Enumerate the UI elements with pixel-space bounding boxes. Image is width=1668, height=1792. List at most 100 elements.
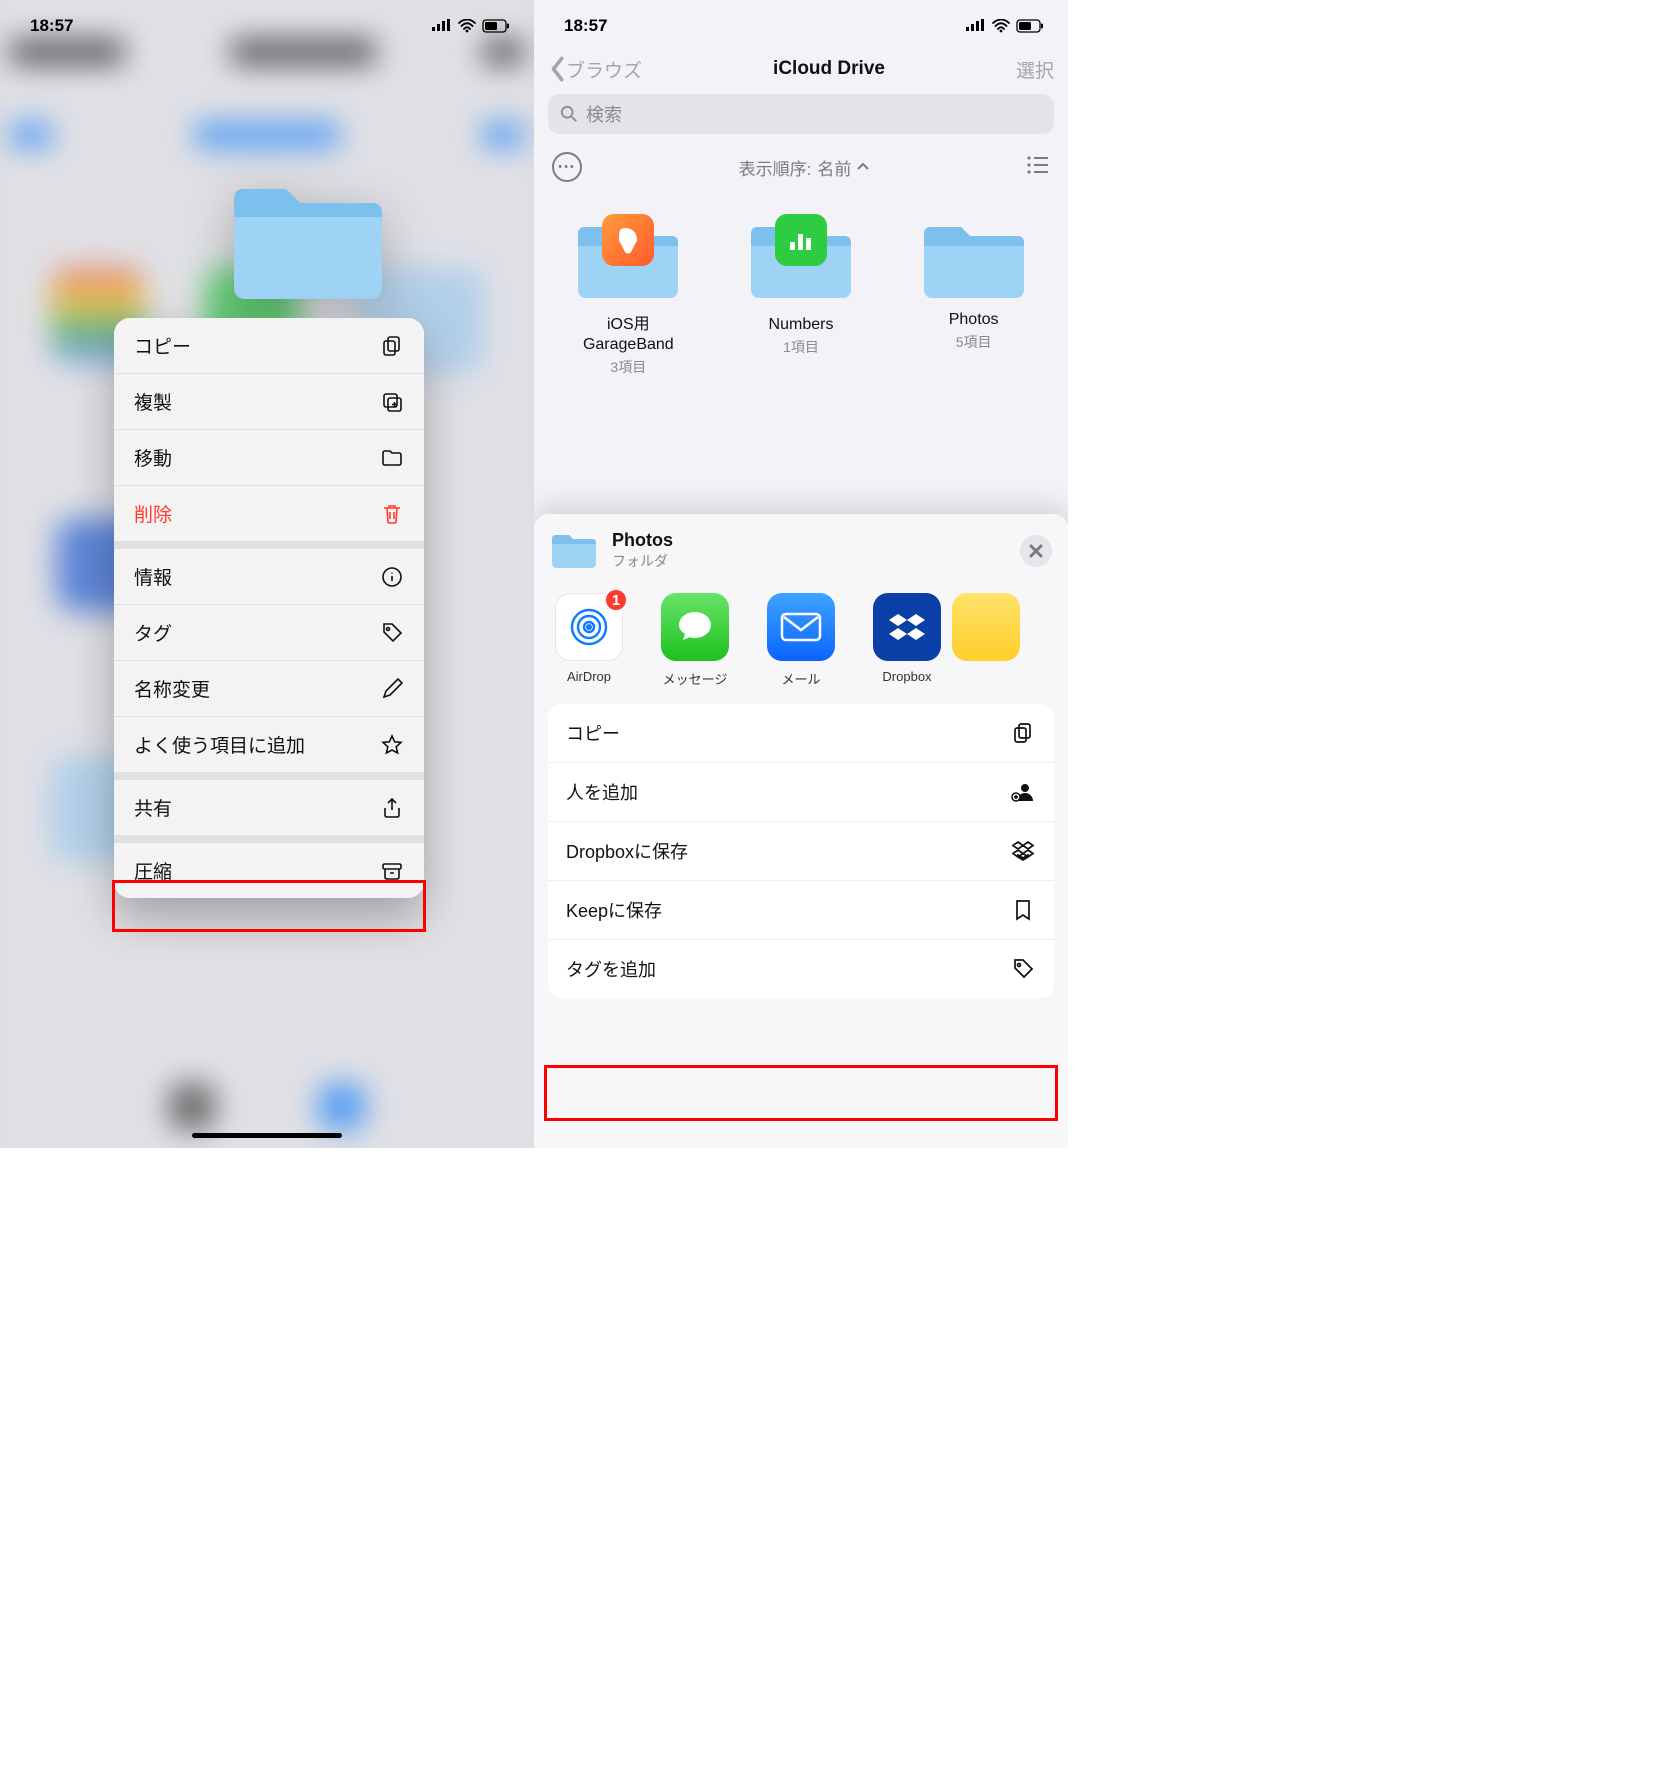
highlight-add-people	[544, 1065, 1058, 1121]
action-label: Dropboxに保存	[566, 838, 688, 864]
action-label: タグを追加	[566, 956, 656, 982]
airdrop-badge: 1	[604, 588, 628, 612]
view-toggle[interactable]	[1026, 155, 1050, 180]
context-menu: コピー 複製 移動 削除 情報 タグ	[114, 318, 424, 898]
archive-icon	[380, 859, 404, 883]
menu-info-label: 情報	[134, 563, 172, 590]
menu-share[interactable]: 共有	[114, 780, 424, 843]
status-indicators	[432, 19, 510, 33]
copy-icon	[380, 334, 404, 358]
menu-rename[interactable]: 名称変更	[114, 661, 424, 717]
action-save-keep[interactable]: Keepに保存	[548, 881, 1054, 940]
action-label: 人を追加	[566, 779, 638, 805]
share-actions: コピー 人を追加 Dropboxに保存 Keepに保存 タグを追加	[548, 704, 1054, 998]
folder-label: iOS用 GarageBand	[583, 315, 674, 355]
status-time: 18:57	[564, 16, 607, 36]
sort-button[interactable]: 表示順序: 名前	[739, 155, 870, 180]
airdrop-icon: 1	[555, 593, 623, 661]
menu-info[interactable]: 情報	[114, 549, 424, 605]
status-indicators	[966, 19, 1044, 33]
menu-tag[interactable]: タグ	[114, 605, 424, 661]
menu-rename-label: 名称変更	[134, 675, 210, 702]
folder-preview	[228, 175, 388, 303]
copy-icon	[1010, 720, 1036, 746]
share-app-dropbox[interactable]: Dropbox	[868, 593, 946, 688]
trash-icon	[380, 502, 404, 526]
messages-icon	[661, 593, 729, 661]
tag-icon	[380, 621, 404, 645]
folder-photos[interactable]: Photos 5項目	[899, 218, 1049, 377]
share-apps-row[interactable]: 1 AirDrop メッセージ メール Dropbox	[534, 583, 1068, 704]
search-icon	[560, 105, 578, 123]
search-input[interactable]: 検索	[548, 94, 1054, 134]
close-icon	[1029, 544, 1043, 558]
toolbar: ••• 表示順序: 名前	[534, 134, 1068, 192]
bookmark-icon	[1010, 897, 1036, 923]
menu-move[interactable]: 移動	[114, 430, 424, 486]
duplicate-icon	[380, 390, 404, 414]
menu-compress[interactable]: 圧縮	[114, 843, 424, 898]
action-label: Keepに保存	[566, 897, 662, 923]
phone-left: 18:57 コピー 複製 移動 削除	[0, 0, 534, 1148]
dropbox-icon	[1010, 838, 1036, 864]
more-button[interactable]: •••	[552, 152, 582, 182]
nav-bar: ブラウズ iCloud Drive 選択	[534, 44, 1068, 88]
share-app-mail[interactable]: メール	[762, 593, 840, 688]
status-bar: 18:57	[534, 0, 1068, 44]
tag-icon	[1010, 956, 1036, 982]
list-view-icon	[1026, 155, 1050, 175]
share-subtitle: フォルダ	[612, 551, 673, 571]
search-placeholder: 検索	[586, 101, 622, 127]
back-label: ブラウズ	[566, 56, 642, 83]
folder-icon	[380, 446, 404, 470]
folder-meta: 3項目	[610, 357, 646, 377]
menu-copy[interactable]: コピー	[114, 318, 424, 374]
phone-right: 18:57 ブラウズ iCloud Drive 選択 検索 ••• 表示順序: …	[534, 0, 1068, 1148]
action-save-dropbox[interactable]: Dropboxに保存	[548, 822, 1054, 881]
info-icon	[380, 565, 404, 589]
star-icon	[380, 733, 404, 757]
back-button[interactable]: ブラウズ	[548, 56, 642, 83]
menu-delete[interactable]: 削除	[114, 486, 424, 549]
share-app-airdrop[interactable]: 1 AirDrop	[550, 593, 628, 688]
share-app-messages[interactable]: メッセージ	[656, 593, 734, 688]
menu-tag-label: タグ	[134, 619, 172, 646]
folder-grid: iOS用 GarageBand 3項目 Numbers 1項目 Photos 5…	[534, 192, 1068, 377]
status-time: 18:57	[30, 16, 73, 36]
folder-numbers[interactable]: Numbers 1項目	[726, 218, 876, 377]
menu-favorite-label: よく使う項目に追加	[134, 731, 305, 758]
select-button[interactable]: 選択	[1016, 56, 1054, 83]
share-icon	[380, 796, 404, 820]
menu-share-label: 共有	[134, 794, 172, 821]
mail-icon	[767, 593, 835, 661]
share-app-label: AirDrop	[567, 669, 611, 684]
share-app-label: メッセージ	[663, 669, 728, 688]
folder-label: Numbers	[769, 315, 834, 335]
close-button[interactable]	[1020, 535, 1052, 567]
action-label: コピー	[566, 720, 620, 746]
share-app-more[interactable]	[974, 593, 998, 688]
chevron-up-icon	[857, 162, 869, 172]
action-add-tags[interactable]: タグを追加	[548, 940, 1054, 998]
share-title: Photos	[612, 530, 673, 551]
share-app-label: メール	[781, 669, 820, 688]
menu-compress-label: 圧縮	[134, 857, 172, 884]
page-title: iCloud Drive	[773, 58, 885, 80]
pencil-icon	[380, 677, 404, 701]
menu-duplicate[interactable]: 複製	[114, 374, 424, 430]
notes-icon	[952, 593, 1020, 661]
status-bar: 18:57	[0, 0, 534, 44]
menu-move-label: 移動	[134, 444, 172, 471]
folder-label: Photos	[949, 310, 999, 330]
folder-meta: 1項目	[783, 337, 819, 357]
action-add-people[interactable]: 人を追加	[548, 763, 1054, 822]
menu-favorite[interactable]: よく使う項目に追加	[114, 717, 424, 780]
home-indicator	[192, 1133, 342, 1138]
menu-delete-label: 削除	[134, 500, 172, 527]
dropbox-icon	[873, 593, 941, 661]
folder-icon	[550, 531, 598, 571]
action-copy[interactable]: コピー	[548, 704, 1054, 763]
sort-value: 名前	[817, 155, 851, 180]
menu-duplicate-label: 複製	[134, 388, 172, 415]
folder-garageband[interactable]: iOS用 GarageBand 3項目	[553, 218, 703, 377]
